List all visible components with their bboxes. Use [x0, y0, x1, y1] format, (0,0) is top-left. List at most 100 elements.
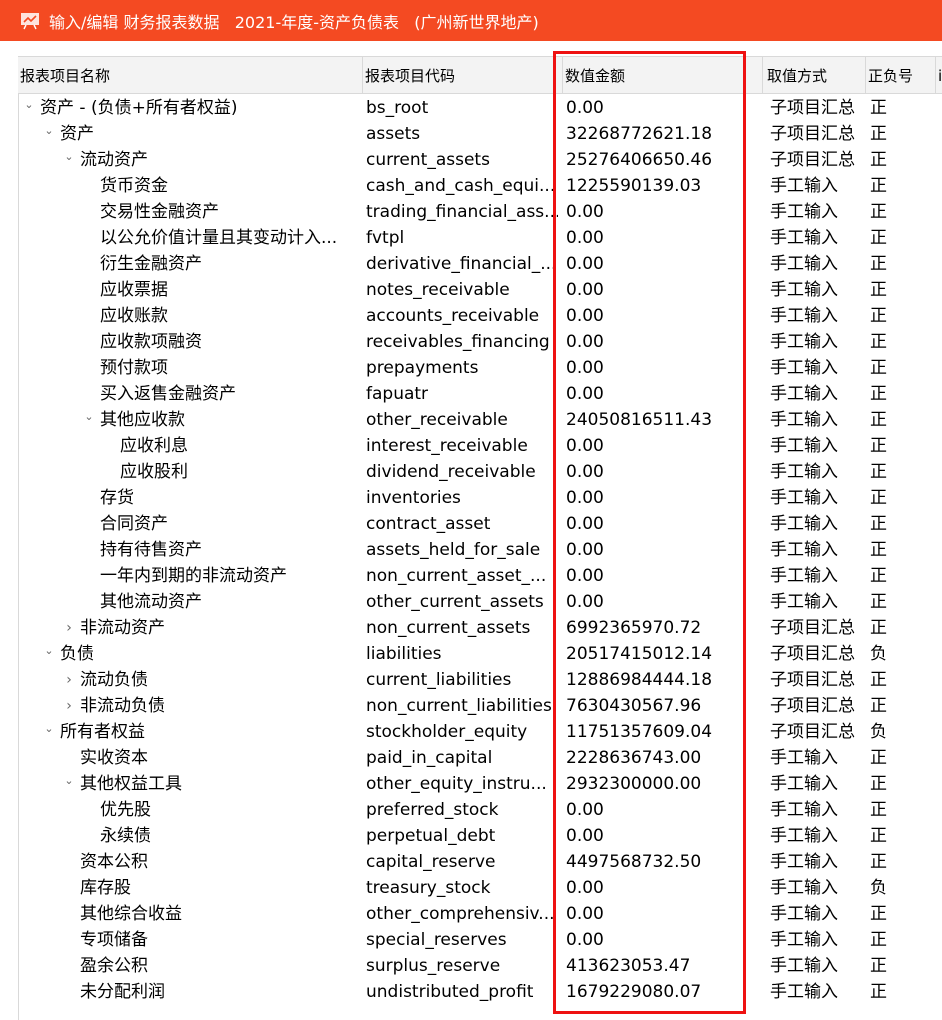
table-row[interactable]: 预付款项 prepayments 0.00 手工输入正: [18, 355, 942, 381]
column-header-method[interactable]: 取值方式: [763, 57, 866, 94]
cell-value[interactable]: 0.00: [566, 927, 746, 953]
cell-method[interactable]: 手工输入: [770, 563, 868, 589]
chevron-down-icon[interactable]: ⌄: [22, 95, 36, 115]
cell-value[interactable]: 0.00: [566, 485, 746, 511]
cell-method[interactable]: 手工输入: [770, 849, 868, 875]
cell-value[interactable]: 0.00: [566, 563, 746, 589]
cell-sign[interactable]: 正: [870, 277, 900, 303]
cell-sign[interactable]: 正: [870, 927, 900, 953]
table-row[interactable]: 合同资产 contract_asset 0.00 手工输入正: [18, 511, 942, 537]
table-row[interactable]: 一年内到期的非流动资产 non_current_asset_... 0.00 手工输入…: [18, 563, 942, 589]
cell-sign[interactable]: 负: [870, 641, 900, 667]
cell-sign[interactable]: 正: [870, 95, 900, 121]
cell-method[interactable]: 手工输入: [770, 537, 868, 563]
table-row[interactable]: 其他综合收益 other_comprehensiv... 0.00 手工输入正: [18, 901, 942, 927]
cell-value[interactable]: 0.00: [566, 433, 746, 459]
table-row[interactable]: 应收利息 interest_receivable 0.00 手工输入正: [18, 433, 942, 459]
cell-method[interactable]: 子项目汇总: [770, 667, 868, 693]
table-row[interactable]: 货币资金 cash_and_cash_equi... 1225590139.03 手工…: [18, 173, 942, 199]
cell-sign[interactable]: 正: [870, 563, 900, 589]
cell-method[interactable]: 手工输入: [770, 355, 868, 381]
cell-method[interactable]: 手工输入: [770, 303, 868, 329]
cell-method[interactable]: 手工输入: [770, 251, 868, 277]
cell-sign[interactable]: 正: [870, 329, 900, 355]
cell-value[interactable]: 0.00: [566, 95, 746, 121]
cell-value[interactable]: 0.00: [566, 277, 746, 303]
cell-sign[interactable]: 正: [870, 979, 900, 1005]
cell-sign[interactable]: 正: [870, 355, 900, 381]
cell-sign[interactable]: 正: [870, 667, 900, 693]
cell-sign[interactable]: 正: [870, 147, 900, 173]
cell-value[interactable]: 0.00: [566, 901, 746, 927]
table-row[interactable]: 交易性金融资产 trading_financial_ass... 0.00 手工输入正: [18, 199, 942, 225]
cell-value[interactable]: 11751357609.04: [566, 719, 746, 745]
cell-method[interactable]: 手工输入: [770, 381, 868, 407]
cell-method[interactable]: 手工输入: [770, 589, 868, 615]
cell-method[interactable]: 子项目汇总: [770, 615, 868, 641]
table-row[interactable]: 衍生金融资产 derivative_financial_... 0.00 手工输入正: [18, 251, 942, 277]
cell-method[interactable]: 手工输入: [770, 745, 868, 771]
chevron-right-icon[interactable]: ›: [62, 693, 76, 719]
cell-value[interactable]: 0.00: [566, 511, 746, 537]
cell-method[interactable]: 子项目汇总: [770, 95, 868, 121]
cell-value[interactable]: 2932300000.00: [566, 771, 746, 797]
cell-value[interactable]: 0.00: [566, 355, 746, 381]
cell-sign[interactable]: 正: [870, 901, 900, 927]
cell-method[interactable]: 手工输入: [770, 901, 868, 927]
cell-value[interactable]: 0.00: [566, 381, 746, 407]
cell-value[interactable]: 1679229080.07: [566, 979, 746, 1005]
cell-sign[interactable]: 正: [870, 407, 900, 433]
table-row[interactable]: 应收票据 notes_receivable 0.00 手工输入正: [18, 277, 942, 303]
table-row[interactable]: 未分配利润 undistributed_profit 1679229080.07 手工…: [18, 979, 942, 1005]
table-row[interactable]: 应收股利 dividend_receivable 0.00 手工输入正: [18, 459, 942, 485]
chevron-down-icon[interactable]: ⌄: [62, 771, 76, 791]
cell-sign[interactable]: 正: [870, 823, 900, 849]
table-row[interactable]: ⌄ 所有者权益 stockholder_equity 11751357609.04 子项…: [18, 719, 942, 745]
column-header-name[interactable]: 报表项目名称: [18, 57, 363, 94]
cell-value[interactable]: 12886984444.18: [566, 667, 746, 693]
cell-value[interactable]: 0.00: [566, 823, 746, 849]
cell-sign[interactable]: 正: [870, 797, 900, 823]
cell-method[interactable]: 手工输入: [770, 433, 868, 459]
cell-sign[interactable]: 正: [870, 303, 900, 329]
cell-method[interactable]: 手工输入: [770, 511, 868, 537]
table-row[interactable]: 持有待售资产 assets_held_for_sale 0.00 手工输入正: [18, 537, 942, 563]
cell-sign[interactable]: 负: [870, 719, 900, 745]
cell-method[interactable]: 手工输入: [770, 875, 868, 901]
cell-method[interactable]: 手工输入: [770, 225, 868, 251]
cell-sign[interactable]: 正: [870, 953, 900, 979]
chevron-right-icon[interactable]: ›: [62, 615, 76, 641]
table-row[interactable]: 应收款项融资 receivables_financing 0.00 手工输入正: [18, 329, 942, 355]
table-row[interactable]: › 非流动资产 non_current_assets 6992365970.72 子项目…: [18, 615, 942, 641]
cell-value[interactable]: 0.00: [566, 303, 746, 329]
cell-value[interactable]: 0.00: [566, 225, 746, 251]
cell-value[interactable]: 4497568732.50: [566, 849, 746, 875]
cell-value[interactable]: 0.00: [566, 199, 746, 225]
cell-method[interactable]: 手工输入: [770, 277, 868, 303]
cell-sign[interactable]: 正: [870, 381, 900, 407]
cell-method[interactable]: 子项目汇总: [770, 719, 868, 745]
cell-value[interactable]: 24050816511.43: [566, 407, 746, 433]
cell-value[interactable]: 32268772621.18: [566, 121, 746, 147]
cell-method[interactable]: 手工输入: [770, 797, 868, 823]
cell-sign[interactable]: 正: [870, 459, 900, 485]
cell-sign[interactable]: 正: [870, 173, 900, 199]
cell-method[interactable]: 手工输入: [770, 979, 868, 1005]
table-row[interactable]: 优先股 preferred_stock 0.00 手工输入正: [18, 797, 942, 823]
column-header-value[interactable]: 数值金额: [563, 57, 763, 94]
table-row[interactable]: ⌄ 其他应收款 other_receivable 24050816511.43 手工输入…: [18, 407, 942, 433]
cell-method[interactable]: 手工输入: [770, 459, 868, 485]
cell-value[interactable]: 0.00: [566, 797, 746, 823]
cell-sign[interactable]: 正: [870, 199, 900, 225]
cell-value[interactable]: 6992365970.72: [566, 615, 746, 641]
cell-method[interactable]: 手工输入: [770, 329, 868, 355]
cell-value[interactable]: 413623053.47: [566, 953, 746, 979]
table-row[interactable]: ⌄ 其他权益工具 other_equity_instru... 2932300000.…: [18, 771, 942, 797]
chevron-right-icon[interactable]: ›: [62, 667, 76, 693]
cell-method[interactable]: 子项目汇总: [770, 693, 868, 719]
table-row[interactable]: 实收资本 paid_in_capital 2228636743.00 手工输入正: [18, 745, 942, 771]
cell-sign[interactable]: 正: [870, 485, 900, 511]
cell-sign[interactable]: 负: [870, 875, 900, 901]
cell-method[interactable]: 子项目汇总: [770, 121, 868, 147]
cell-value[interactable]: 20517415012.14: [566, 641, 746, 667]
